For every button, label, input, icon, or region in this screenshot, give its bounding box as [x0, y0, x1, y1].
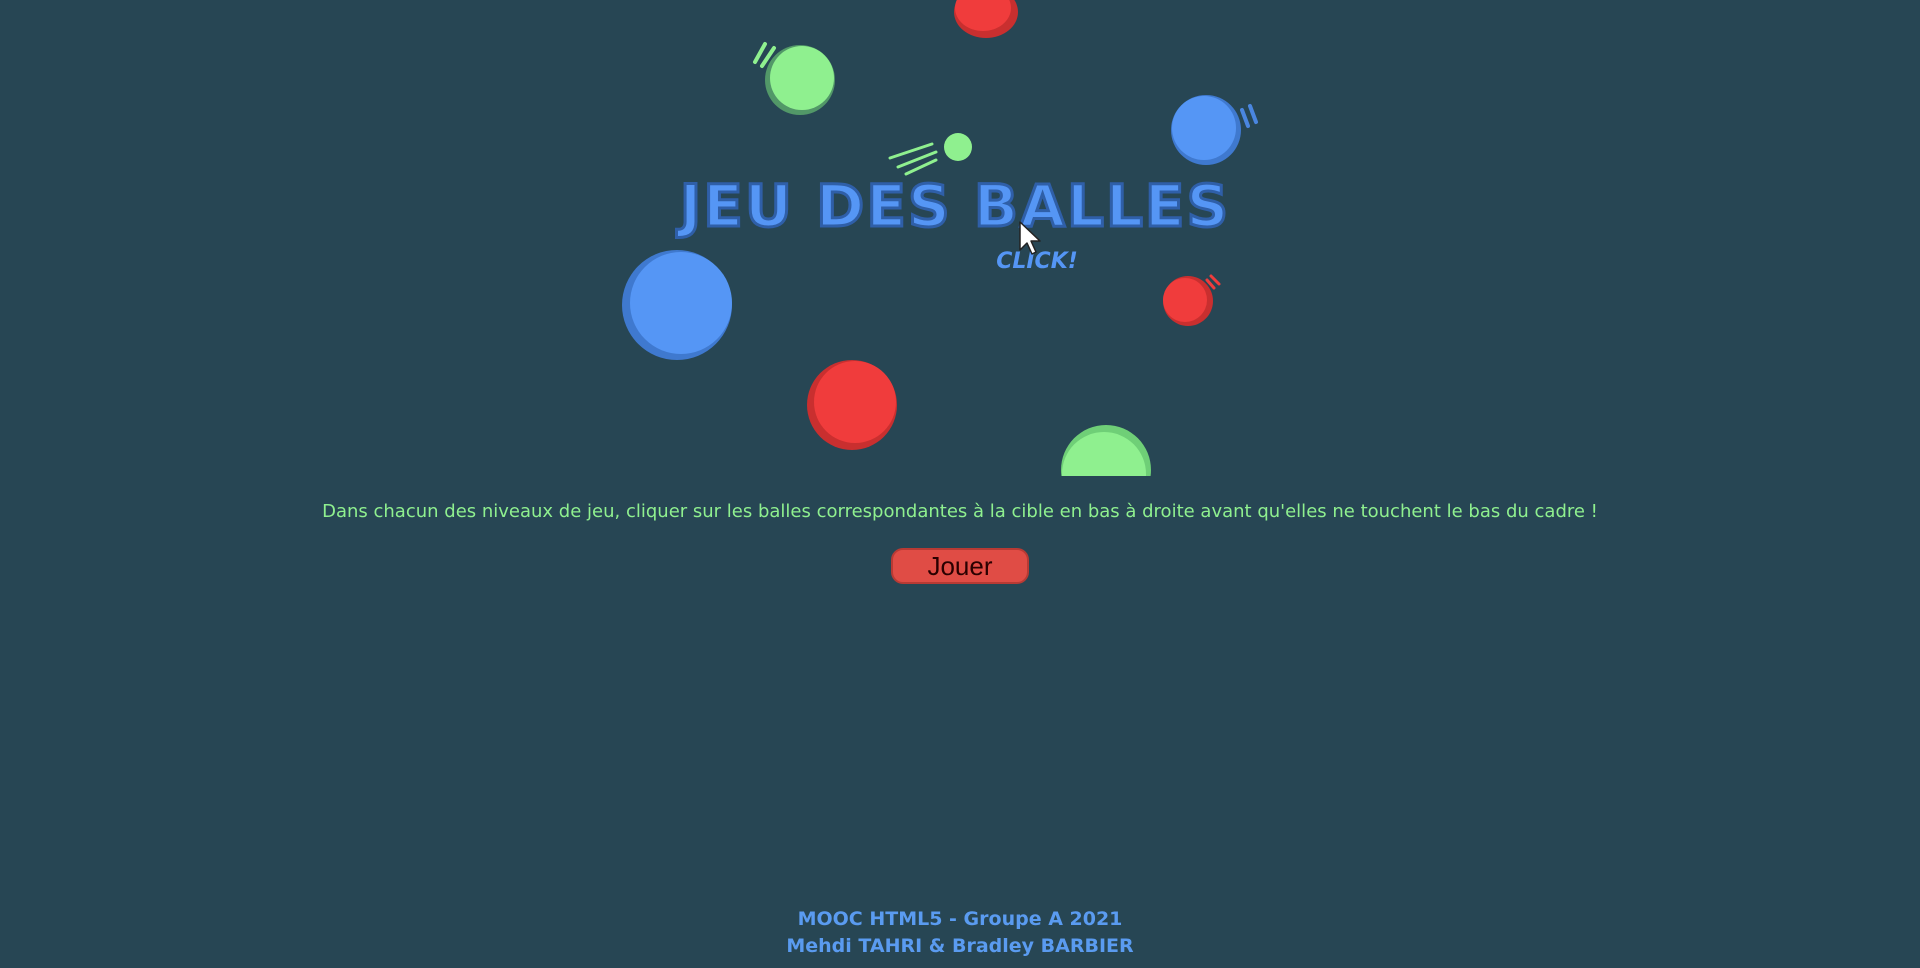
logo-illustration: JEU DES BALLES CLICK!: [622, 0, 1258, 476]
ball-green-top-left: [753, 42, 835, 115]
ball-red-top: [954, 0, 1018, 38]
game-instructions: Dans chacun des niveaux de jeu, cliquer …: [322, 501, 1598, 522]
ball-red-small: [1163, 274, 1221, 326]
play-button[interactable]: Jouer: [891, 548, 1029, 584]
footer: MOOC HTML5 - Groupe A 2021 Mehdi TAHRI &…: [0, 906, 1920, 960]
ball-green-small: [888, 133, 972, 176]
ball-green-bottom: [1061, 425, 1151, 476]
ball-blue-top-right: [1171, 95, 1258, 165]
footer-course: MOOC HTML5 - Groupe A 2021: [797, 908, 1123, 930]
logo-tagline: CLICK!: [996, 249, 1078, 274]
logo-title: JEU DES BALLES: [676, 172, 1231, 240]
footer-authors: Mehdi TAHRI & Bradley BARBIER: [786, 935, 1134, 957]
ball-red-medium: [807, 360, 897, 450]
game-logo-canvas: JEU DES BALLES CLICK!: [0, 0, 1920, 476]
ball-blue-large: [622, 250, 732, 360]
